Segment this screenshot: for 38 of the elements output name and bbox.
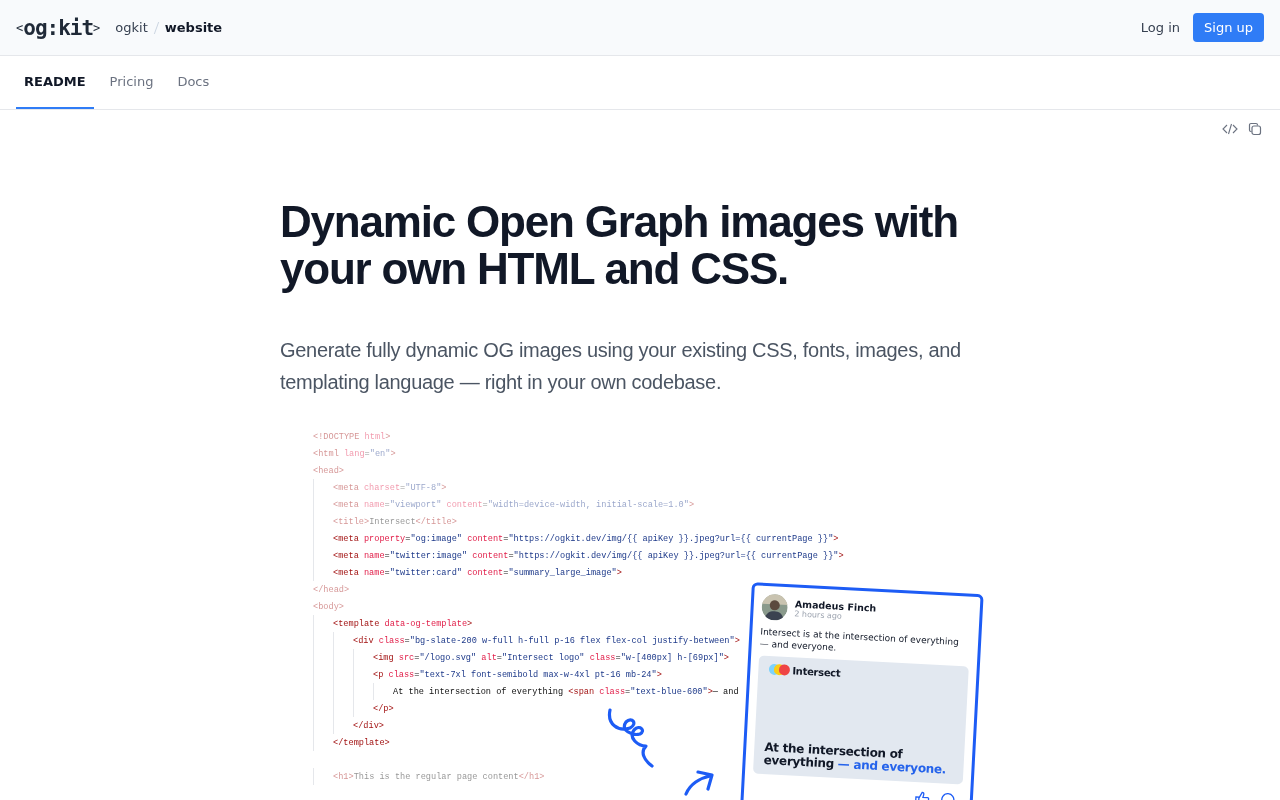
page-heading: Dynamic Open Graph images with your own HTML and CSS. bbox=[280, 198, 959, 292]
code-line: <meta name="twitter:image" content="https://ogkit.dev/img/{{ apiKey }}.jpeg?url={{ currentPage }}"> bbox=[333, 550, 844, 561]
code-line: </head> bbox=[313, 584, 350, 595]
login-link[interactable]: Log in bbox=[1140, 20, 1180, 35]
code-line: <head> bbox=[313, 465, 344, 476]
code-line: <img src="/logo.svg" alt="Intersect logo" class="w-[400px] h-[69px]"> bbox=[373, 652, 729, 663]
code-line: <meta name="viewport" content="width=device-width, initial-scale=1.0"> bbox=[333, 499, 695, 510]
preview-headline: At the intersection of everything — and everyone. bbox=[763, 741, 948, 777]
lead-paragraph: Generate fully dynamic OG images using your existing CSS, fonts, images, and templating language — right in your own codebase. bbox=[280, 338, 962, 395]
code-line: <meta property="og:image" content="https://ogkit.dev/img/{{ apiKey }}.jpeg?url={{ currentPage }}"> bbox=[333, 533, 839, 544]
copy-icon[interactable] bbox=[1248, 122, 1262, 136]
thumbs-up-icon[interactable] bbox=[913, 789, 931, 800]
code-icon[interactable] bbox=[1222, 122, 1238, 136]
post-text: Intersect is at the intersection of everything — and everyone. bbox=[759, 625, 960, 655]
code-line: </template> bbox=[333, 737, 390, 748]
code-line: <html lang="en"> bbox=[313, 448, 396, 459]
code-line: <title>Intersect</title> bbox=[333, 516, 457, 527]
code-line: <p class="text-7xl font-semibold max-w-4xl pt-16 mb-24"> bbox=[373, 669, 662, 680]
brand-logo-icon bbox=[768, 663, 791, 677]
code-line: </p> bbox=[373, 703, 394, 714]
code-line: <meta name="twitter:card" content="summary_large_image"> bbox=[333, 567, 622, 578]
code-line: <h1>This is the regular page content</h1> bbox=[333, 771, 545, 782]
code-line: <body> bbox=[313, 601, 344, 612]
tab[interactable]: README bbox=[16, 56, 94, 109]
breadcrumb-link[interactable]: website bbox=[164, 20, 223, 35]
post-time: 2 hours ago bbox=[794, 609, 843, 623]
logo[interactable]: <og:kit> bbox=[16, 15, 101, 40]
code-line: <!DOCTYPE html> bbox=[313, 431, 391, 442]
signup-button[interactable]: Sign up bbox=[1193, 13, 1264, 42]
code-line: At the intersection of everything <span class="text-blue-600">— and bbox=[393, 686, 739, 697]
code-line: </div> bbox=[353, 720, 384, 731]
tab[interactable]: Docs bbox=[169, 56, 218, 109]
code-line: <div class="bg-slate-200 w-full h-full p-16 flex flex-col justify-between"> bbox=[353, 635, 740, 646]
code-line: <template data-og-template> bbox=[333, 618, 473, 629]
code-line: <meta charset="UTF-8"> bbox=[333, 482, 447, 493]
brand-name: Intersect bbox=[792, 664, 841, 679]
tab[interactable]: Pricing bbox=[101, 56, 162, 109]
breadcrumb-link[interactable]: ogkit bbox=[115, 20, 148, 35]
